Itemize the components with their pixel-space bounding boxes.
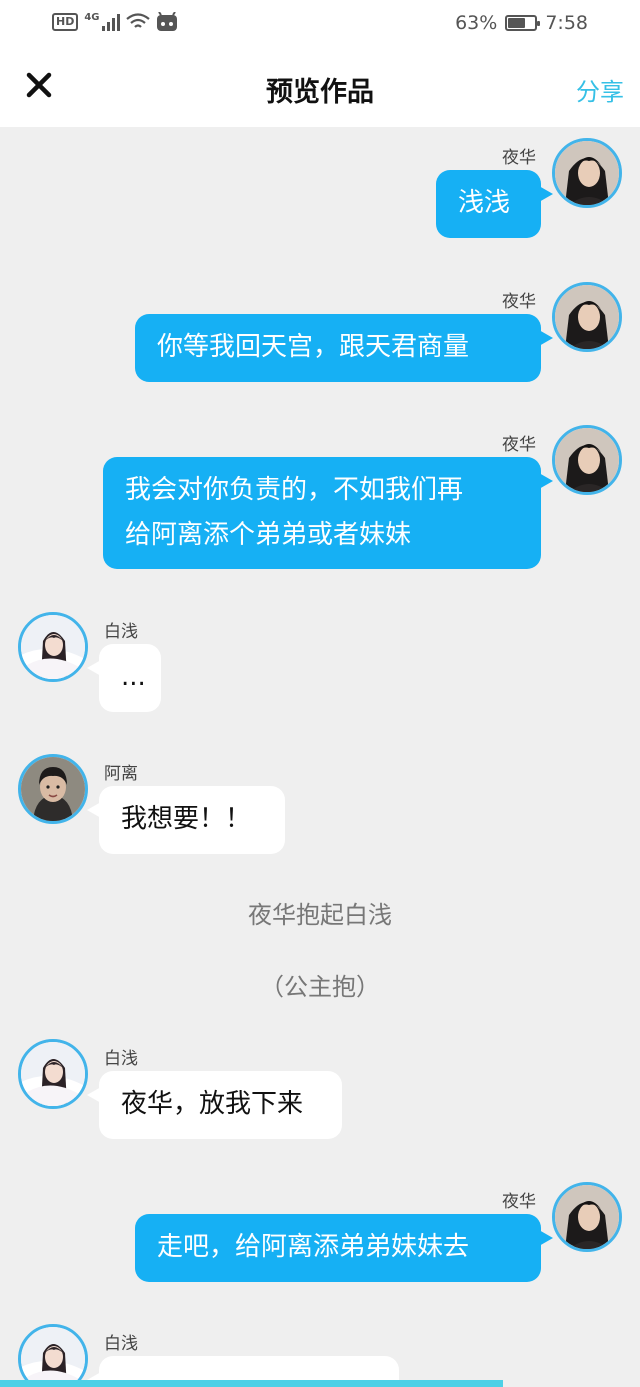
battery-percent: 63% (455, 12, 498, 34)
yehua-avatar[interactable] (552, 425, 622, 495)
yehua-avatar[interactable] (552, 282, 622, 352)
sender-name: 白浅 (104, 1334, 138, 1354)
baiqian-avatar[interactable] (18, 612, 88, 682)
status-icons-right: 63% 7:58 (455, 12, 588, 34)
message-bubble[interactable]: 你等我回天宫，跟天君商量 (135, 314, 553, 382)
message-bubble[interactable]: 走吧，给阿离添弟弟妹妹去 (135, 1214, 553, 1282)
sender-name: 夜华 (502, 292, 536, 312)
message-bubble[interactable]: 夜华，放我下来 (87, 1071, 342, 1139)
network-type-label: 4G (84, 12, 100, 23)
status-icons-left: HD 4G (52, 12, 178, 32)
narration-text: 夜华抱起白浅 (248, 901, 392, 929)
message-text: 走吧，给阿离添弟弟妹妹去 (157, 1232, 470, 1262)
sender-name: 白浅 (104, 1049, 138, 1069)
share-button[interactable]: 分享 (576, 72, 624, 107)
message-text: 你等我回天宫，跟天君商量 (157, 332, 470, 362)
page-title: 预览作品 (266, 77, 374, 108)
sender-name: 夜华 (502, 1192, 536, 1212)
message-bubble[interactable]: 我想要！！ (87, 786, 285, 854)
hd-icon: HD (52, 13, 79, 31)
notification-app-icon (156, 12, 177, 31)
message-text: 浅浅 (458, 188, 511, 218)
clock: 7:58 (545, 12, 588, 34)
ali-avatar[interactable] (18, 754, 88, 824)
yehua-avatar[interactable] (552, 1182, 622, 1252)
message-bubble[interactable]: 我会对你负责的，不如我们再 给阿离添个弟弟或者妹妹 (103, 457, 553, 569)
message-text: 给阿离添个弟弟或者妹妹 (125, 520, 412, 550)
narration-text: （公主抱） (260, 973, 380, 1001)
nav-bar: 预览作品 分享 (0, 50, 640, 127)
message-text: 我想要！！ (121, 804, 252, 834)
message-bubble[interactable]: 浅浅 (436, 170, 553, 238)
message-text: ... (121, 662, 146, 692)
sender-name: 夜华 (502, 435, 536, 455)
wifi-icon (125, 13, 150, 28)
baiqian-avatar[interactable] (18, 1039, 88, 1109)
sender-name: 白浅 (104, 622, 138, 642)
sender-name: 阿离 (104, 764, 138, 784)
sender-name: 夜华 (502, 148, 536, 168)
battery-icon (505, 15, 541, 31)
bottom-progress-bar (0, 1380, 503, 1387)
message-text: 我会对你负责的，不如我们再 (125, 475, 464, 505)
yehua-avatar[interactable] (552, 138, 622, 208)
baiqian-avatar[interactable] (18, 1324, 88, 1387)
status-bar: HD 4G 63% 7:58 (0, 0, 640, 50)
message-text: 夜华，放我下来 (121, 1089, 304, 1119)
4g-signal-icon (101, 13, 120, 31)
message-bubble[interactable]: ... (87, 644, 161, 712)
chat-preview[interactable]: 夜华 浅浅 夜华 你等我回天宫，跟天君商量 夜华 我会对你负责的，不如我们再 给阿离添个弟弟… (0, 127, 640, 1387)
